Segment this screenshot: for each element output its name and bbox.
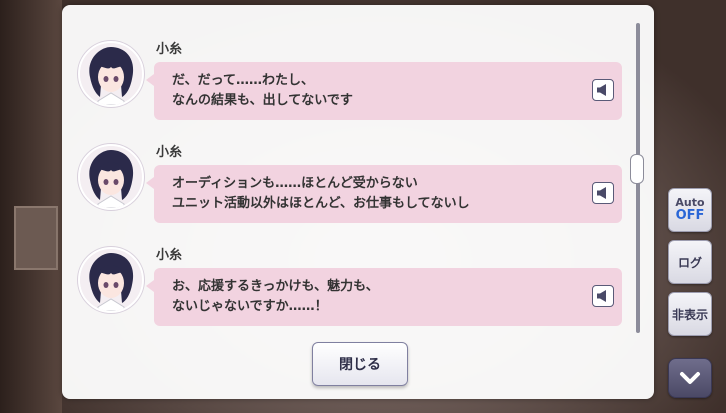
dialogue-line: お、応援するきっかけも、魅力も、 (172, 279, 379, 294)
background-shelf (14, 206, 58, 270)
dialogue-line: ないじゃないですか……！ (172, 299, 328, 314)
close-label: 閉じる (339, 357, 381, 373)
close-button[interactable]: 閉じる (312, 342, 408, 386)
avatar (78, 41, 144, 107)
dialogue-line: ユニット活動以外はほとんど、お仕事もしてないし (172, 196, 470, 211)
log-label: ログ (677, 255, 702, 270)
speaker-name: 小糸 (156, 42, 183, 57)
advance-button[interactable] (668, 358, 712, 398)
dialogue-line: だ、だって……わたし、 (172, 73, 314, 88)
voice-replay-button[interactable] (592, 182, 614, 204)
avatar (78, 144, 144, 210)
log-entry: 小糸 だ、だって……わたし、 なんの結果も、出してないです (62, 9, 654, 120)
log-entry: 小糸 オーディションも……ほとんど受からない ユニット活動以外はほとんど、お仕事… (62, 112, 654, 223)
log-entry: 小糸 お、応援するきっかけも、魅力も、 ないじゃないですか……！ (62, 215, 654, 326)
speaker-icon (597, 290, 606, 302)
voice-replay-button[interactable] (592, 79, 614, 101)
speaker-icon (597, 84, 606, 96)
voice-replay-button[interactable] (592, 285, 614, 307)
dialogue-bubble: お、応援するきっかけも、魅力も、 ないじゃないですか……！ (146, 268, 622, 326)
dialogue-line: オーディションも……ほとんど受からない (172, 176, 418, 191)
chevron-down-icon (680, 372, 700, 384)
log-panel: 小糸 だ、だって……わたし、 なんの結果も、出してないです 小糸 オーディション… (62, 5, 654, 399)
auto-button[interactable]: Auto OFF (668, 188, 712, 232)
speaker-icon (597, 187, 606, 199)
speaker-name: 小糸 (156, 248, 183, 263)
speaker-name: 小糸 (156, 145, 183, 160)
hide-label: 非表示 (671, 307, 708, 322)
scrollbar-thumb[interactable] (630, 154, 644, 184)
avatar (78, 247, 144, 313)
hide-ui-button[interactable]: 非表示 (668, 292, 712, 336)
log-button[interactable]: ログ (668, 240, 712, 284)
auto-state: OFF (675, 208, 705, 223)
dialogue-line: なんの結果も、出してないです (172, 93, 353, 108)
